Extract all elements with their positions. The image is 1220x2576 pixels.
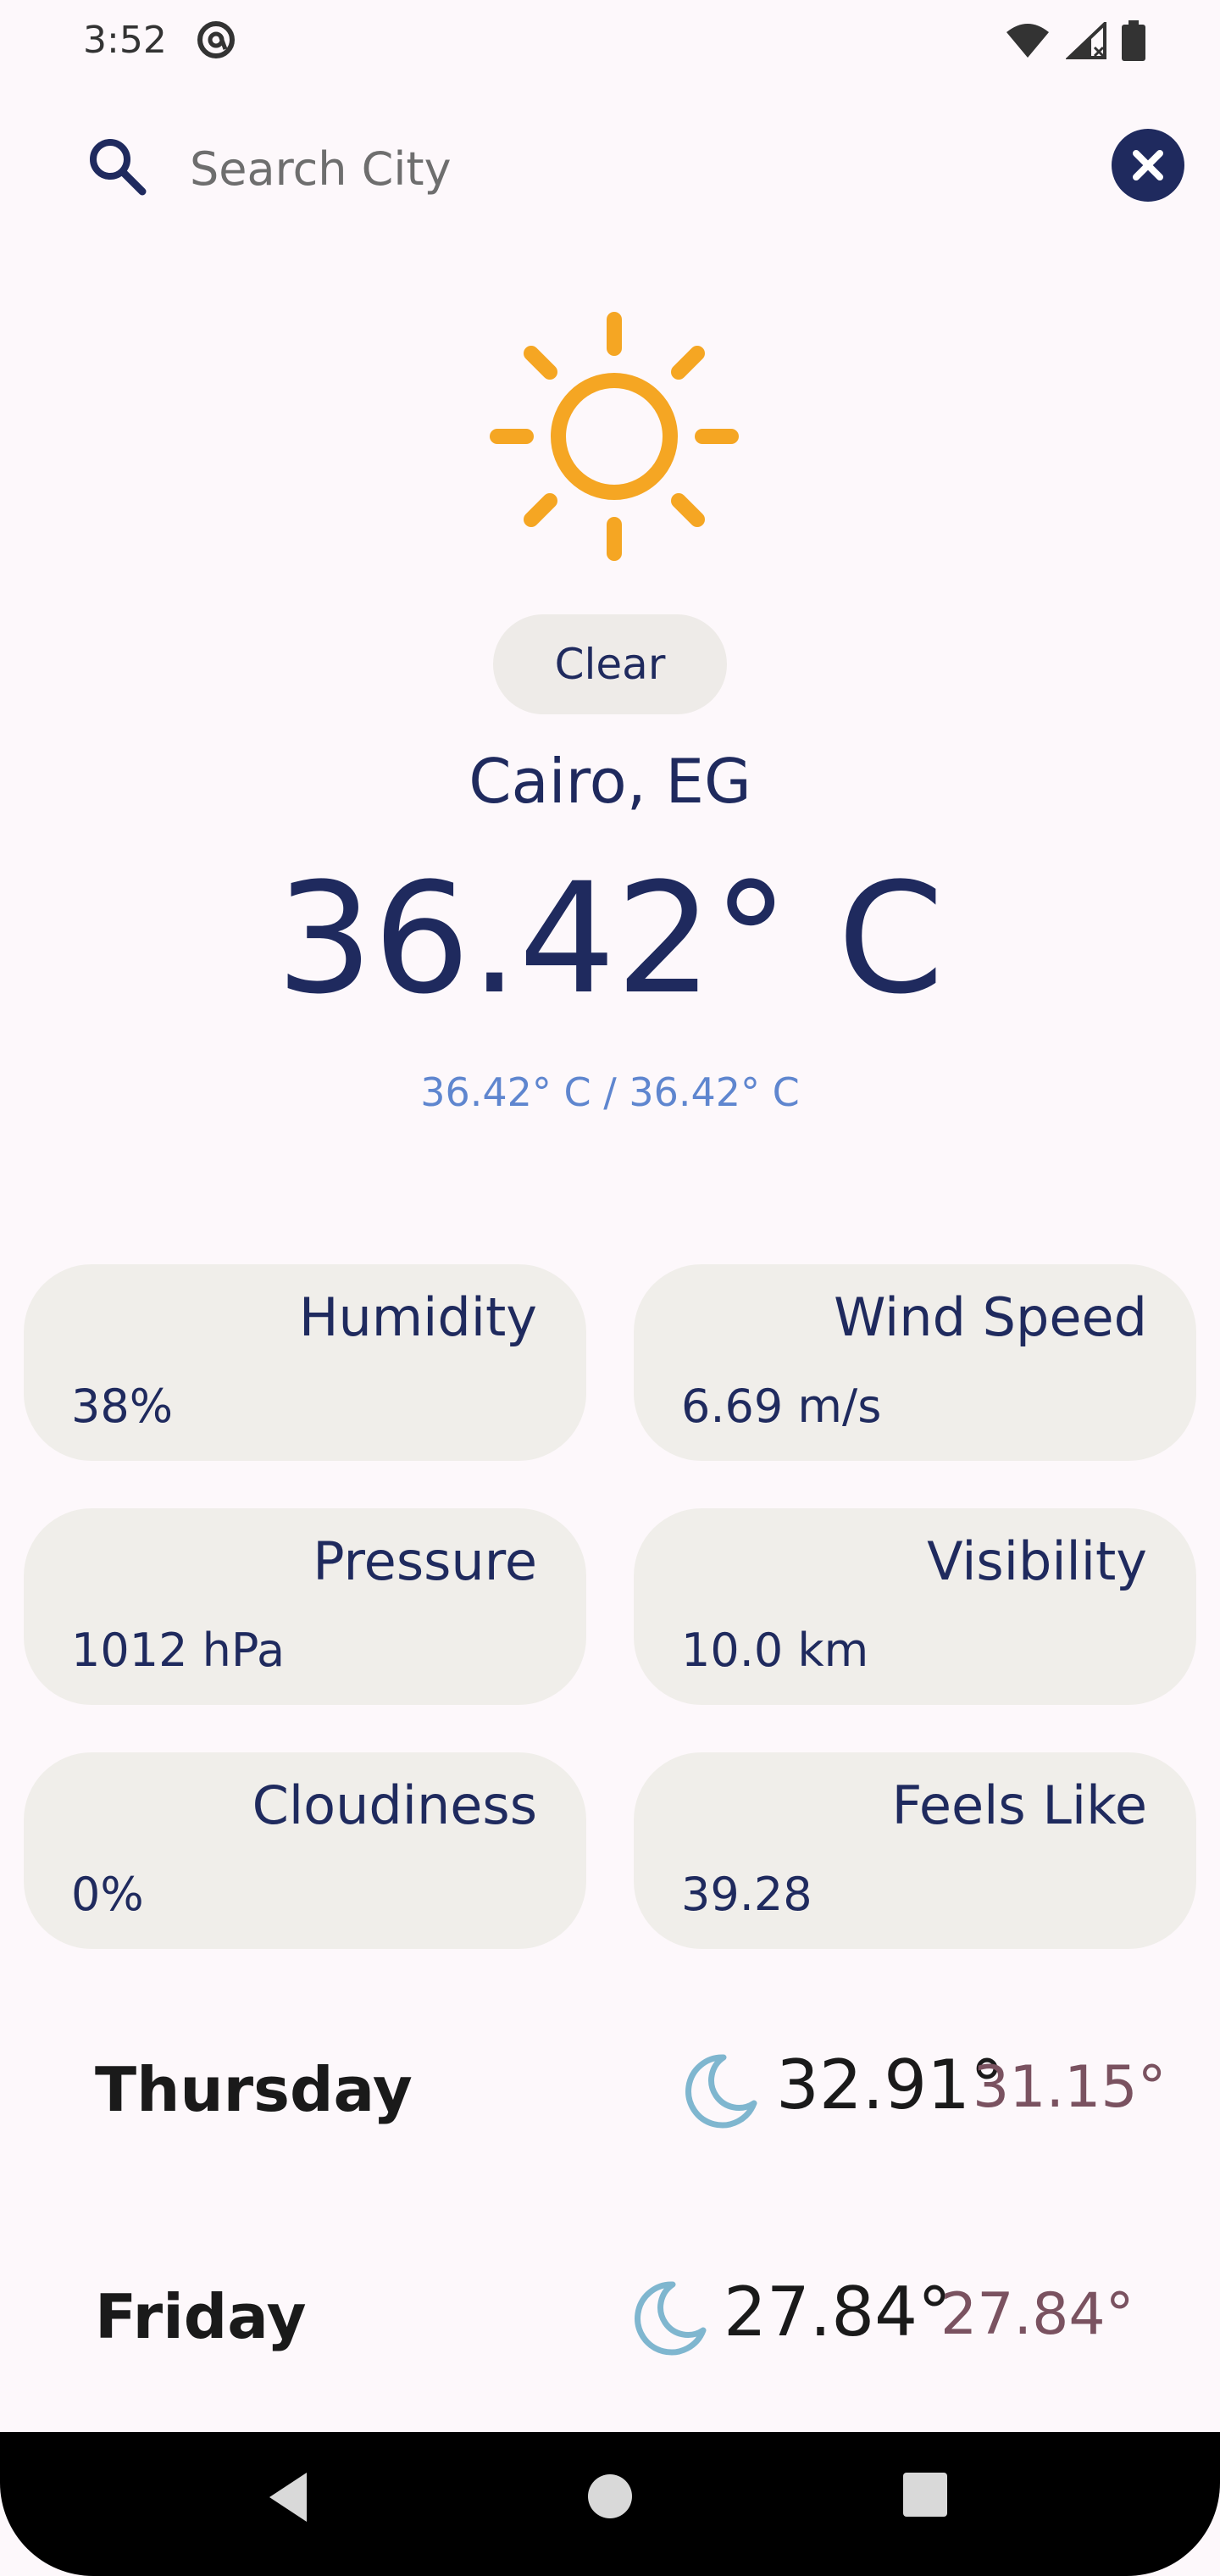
- forecast-high: 27.84°: [724, 2273, 952, 2351]
- status-icons: [1005, 20, 1145, 61]
- card-value: 0%: [71, 1868, 144, 1921]
- recents-icon[interactable]: [901, 2471, 949, 2518]
- card-value: 38%: [71, 1380, 174, 1433]
- moon-icon: [635, 2281, 707, 2356]
- forecast-high: 32.91°: [776, 2046, 1005, 2124]
- moon-icon: [685, 2054, 757, 2129]
- search-input[interactable]: [188, 136, 1081, 202]
- back-icon[interactable]: [263, 2468, 313, 2527]
- wind-speed-card: Wind Speed 6.69 m/s: [634, 1264, 1196, 1461]
- card-label: Wind Speed: [834, 1286, 1147, 1348]
- condition-chip: Clear: [493, 614, 727, 714]
- card-label: Cloudiness: [252, 1774, 537, 1836]
- card-label: Visibility: [927, 1530, 1147, 1592]
- battery-icon: [1122, 20, 1145, 61]
- card-value: 1012 hPa: [71, 1624, 286, 1677]
- wifi-icon: [1006, 24, 1049, 58]
- current-temperature: 36.42° C: [275, 851, 945, 1028]
- system-nav-bar: [0, 2432, 1220, 2576]
- forecast-low: 27.84°: [940, 2281, 1134, 2348]
- city-name: Cairo, EG: [469, 746, 751, 817]
- card-value: 6.69 m/s: [681, 1380, 882, 1433]
- forecast-day: Friday: [95, 2281, 307, 2352]
- card-value: 39.28: [681, 1868, 812, 1921]
- temperature-range: 36.42° C / 36.42° C: [420, 1069, 800, 1115]
- status-time: 3:52: [83, 19, 167, 62]
- card-label: Pressure: [313, 1530, 537, 1592]
- forecast-row-friday[interactable]: Friday 27.84° 27.84°: [0, 2247, 1220, 2383]
- sun-icon: [490, 312, 739, 561]
- close-glyph: [1133, 150, 1163, 180]
- forecast-row-thursday[interactable]: Thursday 32.91° 31.15°: [0, 2020, 1220, 2156]
- forecast-day: Thursday: [95, 2054, 413, 2125]
- card-label: Humidity: [298, 1286, 537, 1348]
- card-label: Feels Like: [891, 1774, 1147, 1836]
- cloudiness-card: Cloudiness 0%: [24, 1752, 586, 1949]
- home-icon[interactable]: [585, 2471, 635, 2522]
- card-value: 10.0 km: [681, 1624, 869, 1677]
- cell-signal-icon: [1066, 22, 1106, 59]
- forecast-low: 31.15°: [973, 2054, 1167, 2121]
- feels-like-card: Feels Like 39.28: [634, 1752, 1196, 1949]
- at-sign-icon: [197, 21, 235, 58]
- pressure-card: Pressure 1012 hPa: [24, 1508, 586, 1705]
- visibility-card: Visibility 10.0 km: [634, 1508, 1196, 1705]
- search-icon[interactable]: [85, 134, 149, 198]
- close-icon[interactable]: [1112, 129, 1184, 202]
- humidity-card: Humidity 38%: [24, 1264, 586, 1461]
